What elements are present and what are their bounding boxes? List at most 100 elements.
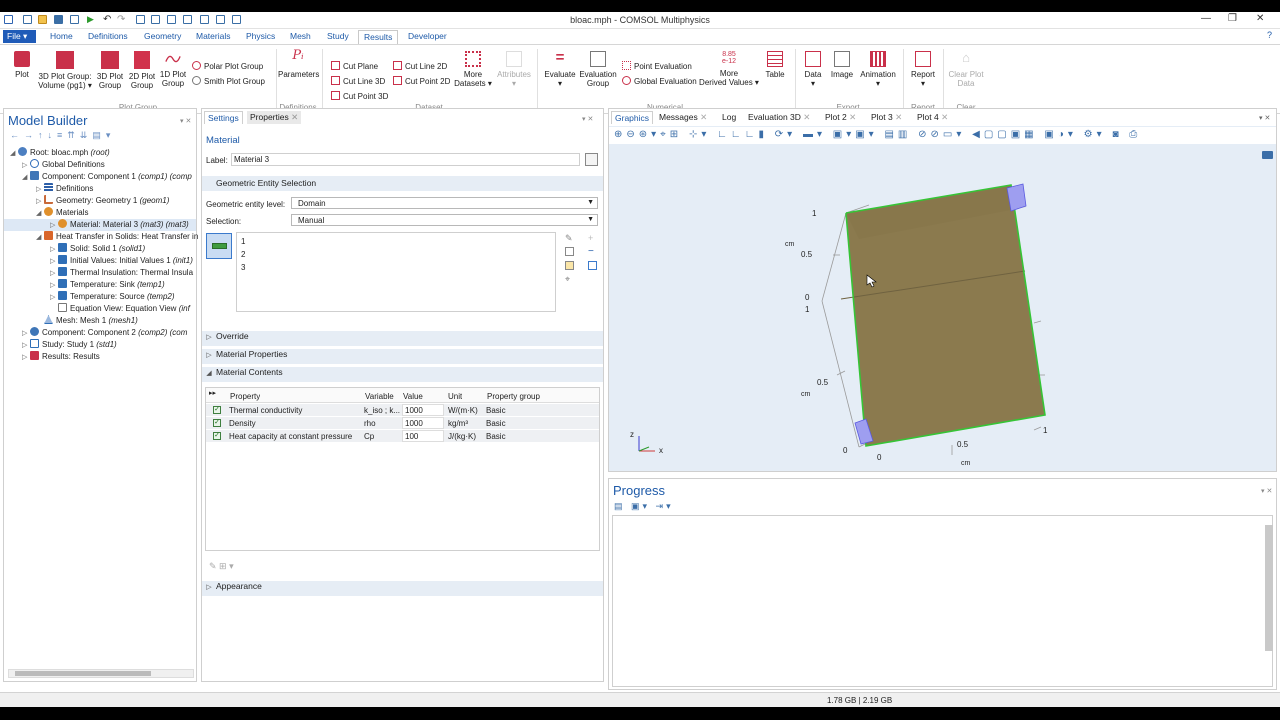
override-section[interactable]: ▷ Override — [202, 331, 603, 346]
evaluation-group-button[interactable]: Evaluation Group — [578, 51, 618, 88]
graphics-toolbar[interactable]: ⊕⊖⊛▾⌖⊞ ⊹▾ ∟∟∟▮ ⟳▾ ▬▾ ▣▾▣▾ ▤▥ ⊘⊘▭▾ ◀▢▢▣▦ … — [609, 127, 1276, 144]
tab-home[interactable]: Home — [45, 30, 78, 44]
table-row[interactable]: ✓ Heat capacity at constant pressure Cp … — [206, 430, 599, 442]
clear-plot-data-button[interactable]: ⌂ Clear Plot Data — [946, 51, 986, 89]
cut-plane-button[interactable]: Cut Plane — [331, 61, 378, 71]
tree-initial-values[interactable]: ▷ Initial Values: Initial Values 1 (init1… — [50, 255, 193, 267]
new-1d-plot-group-button[interactable]: 1D Plot Group — [158, 51, 188, 88]
tab-developer[interactable]: Developer — [403, 30, 452, 44]
pane-menu-icon[interactable]: ▾ ✕ — [1259, 114, 1270, 122]
row-checkbox[interactable]: ✓ — [213, 419, 221, 427]
point-evaluation-button[interactable]: Point Evaluation — [622, 61, 692, 71]
tab-log[interactable]: Log — [719, 111, 739, 124]
col-property-group[interactable]: Property group — [487, 392, 540, 401]
geometric-entity-selection-section[interactable]: Geometric Entity Selection — [202, 176, 603, 191]
animation-button[interactable]: Animation ▾ — [857, 51, 899, 88]
pane-menu-icon[interactable]: ▾ ✕ — [582, 115, 593, 123]
image-export-button[interactable]: Image — [829, 51, 855, 79]
parameters-button[interactable]: Pᵢ Parameters — [278, 49, 319, 79]
tree-temperature-sink[interactable]: ▷ Temperature: Sink (temp1) — [50, 279, 165, 291]
tree-global-definitions[interactable]: ▷ Global Definitions — [22, 159, 105, 171]
tab-plot-2[interactable]: Plot 2 ✕ — [822, 111, 859, 124]
appearance-section[interactable]: ▷ Appearance — [202, 581, 603, 596]
paste-selection-icon[interactable]: ✎ — [565, 233, 573, 244]
geometry-3d-view[interactable]: 1 0.5 cm 0 1 0.5 cm 0 0 0.5 1 cm x z — [609, 145, 1276, 471]
more-derived-values-button[interactable]: 8.85 e-12 More Derived Values ▾ — [698, 51, 760, 87]
new-3d-plot-group-button[interactable]: 3D Plot Group — [95, 51, 125, 90]
table-row[interactable]: ✓ Density rho 1000 kg/m³ Basic — [206, 417, 599, 429]
table-row[interactable]: ✓ Thermal conductivity k_iso ; k... 1000… — [206, 404, 599, 416]
cut-point-2d-button[interactable]: Cut Point 2D — [393, 76, 450, 86]
paste-icon[interactable] — [565, 261, 574, 270]
tree-geometry-1[interactable]: ▷ Geometry: Geometry 1 (geom1) — [36, 195, 169, 207]
tab-definitions[interactable]: Definitions — [83, 30, 133, 44]
polar-plot-group-button[interactable]: Polar Plot Group — [192, 61, 263, 71]
tree-results[interactable]: ▷ Results: Results — [22, 351, 100, 363]
evaluate-button[interactable]: = Evaluate ▾ — [542, 50, 578, 88]
tree-temperature-source[interactable]: ▷ Temperature: Source (temp2) — [50, 291, 175, 303]
clear-selection-icon[interactable] — [588, 261, 597, 270]
tree-heat-transfer[interactable]: ◢ Heat Transfer in Solids: Heat Transfer … — [36, 231, 198, 243]
report-button[interactable]: Report ▾ — [907, 51, 939, 88]
tab-settings-pane[interactable]: Settings — [204, 111, 243, 124]
col-property[interactable]: Property — [230, 392, 260, 401]
global-evaluation-button[interactable]: Global Evaluation — [622, 76, 697, 86]
file-menu-button[interactable]: File ▾ — [3, 30, 36, 43]
tab-physics[interactable]: Physics — [241, 30, 280, 44]
material-properties-section[interactable]: ▷ Material Properties — [202, 349, 603, 364]
cut-line-3d-button[interactable]: Cut Line 3D — [331, 76, 385, 86]
tree-component-2[interactable]: ▷ Component: Component 2 (comp2) (com — [22, 327, 187, 339]
selection-item[interactable]: 3 — [241, 263, 245, 272]
row-checkbox[interactable]: ✓ — [213, 406, 221, 414]
selection-item[interactable]: 1 — [241, 237, 245, 246]
tab-plot-3[interactable]: Plot 3 ✕ — [868, 111, 905, 124]
tab-geometry[interactable]: Geometry — [139, 30, 186, 44]
progress-toolbar[interactable]: ▤ ▣▾ ⇥▾ — [614, 501, 674, 512]
plot-button[interactable]: Plot — [9, 51, 35, 79]
row-value[interactable]: 1000 — [402, 417, 444, 429]
horizontal-scrollbar[interactable] — [8, 669, 194, 678]
help-icon[interactable]: ? — [1267, 30, 1272, 40]
graphics-toolbar-icons[interactable]: ⊕⊖⊛▾⌖⊞ ⊹▾ ∟∟∟▮ ⟳▾ ▬▾ ▣▾▣▾ ▤▥ ⊘⊘▭▾ ◀▢▢▣▦ … — [614, 129, 1141, 140]
tab-messages[interactable]: Messages ✕ — [656, 111, 710, 124]
label-input[interactable]: Material 3 — [231, 153, 580, 166]
restore-button[interactable]: ❐ — [1228, 13, 1237, 24]
tree-study-1[interactable]: ▷ Study: Study 1 (std1) — [22, 339, 117, 351]
tab-results[interactable]: Results — [358, 30, 399, 44]
tab-properties-pane[interactable]: Properties ✕ — [247, 111, 302, 124]
vertical-scrollbar[interactable] — [1265, 525, 1273, 651]
tab-graphics[interactable]: Graphics — [611, 111, 654, 124]
close-icon[interactable]: ✕ — [291, 112, 298, 122]
selection-item[interactable]: 2 — [241, 250, 245, 259]
selection-select[interactable]: Manual ▼ — [291, 214, 598, 226]
new-2d-plot-group-button[interactable]: 2D Plot Group — [127, 51, 157, 90]
tab-materials[interactable]: Materials — [191, 30, 235, 44]
remove-from-selection-icon[interactable]: − — [588, 246, 594, 257]
add-to-selection-icon[interactable]: + — [588, 233, 593, 243]
tree-materials[interactable]: ◢ Materials — [36, 207, 88, 219]
edit-table-icon[interactable]: ✎ ⊞ ▾ — [209, 561, 234, 572]
tab-mesh[interactable]: Mesh — [285, 30, 316, 44]
selection-list[interactable]: 1 2 3 — [236, 232, 556, 312]
table-button[interactable]: Table — [760, 51, 790, 79]
tree-component-1[interactable]: ◢ Component: Component 1 (comp1) (comp — [22, 171, 192, 183]
row-value[interactable]: 100 — [402, 430, 444, 442]
plot-group-3d-button[interactable]: 3D Plot Group: Volume (pg1) ▾ — [37, 51, 93, 90]
label-options-icon[interactable] — [585, 153, 598, 166]
col-variable[interactable]: Variable — [365, 392, 394, 401]
tree-definitions[interactable]: ▷ Definitions — [36, 183, 93, 195]
row-value[interactable]: 1000 — [402, 404, 444, 416]
pane-menu-icon[interactable]: ▾ ✕ — [180, 117, 191, 125]
material-contents-section[interactable]: ◢ Material Contents — [202, 367, 603, 382]
close-button[interactable]: ✕ — [1256, 13, 1264, 24]
minimize-button[interactable]: — — [1201, 13, 1211, 24]
tab-evaluation-3d[interactable]: Evaluation 3D ✕ — [745, 111, 813, 124]
tree-mesh-1[interactable]: Mesh: Mesh 1 (mesh1) — [36, 315, 138, 327]
zoom-to-selection-icon[interactable]: ⌖ — [565, 274, 570, 285]
model-builder-toolbar[interactable]: ←→↑↓≡⇈⇊▤▾ — [10, 130, 115, 141]
expand-icon[interactable]: ▸▸ — [209, 389, 216, 397]
attributes-button[interactable]: Attributes ▾ — [495, 51, 533, 88]
data-export-button[interactable]: Data ▾ — [800, 51, 826, 88]
more-datasets-button[interactable]: More Datasets ▾ — [452, 51, 494, 88]
tree-thermal-insulation[interactable]: ▷ Thermal Insulation: Thermal Insula — [50, 267, 193, 279]
